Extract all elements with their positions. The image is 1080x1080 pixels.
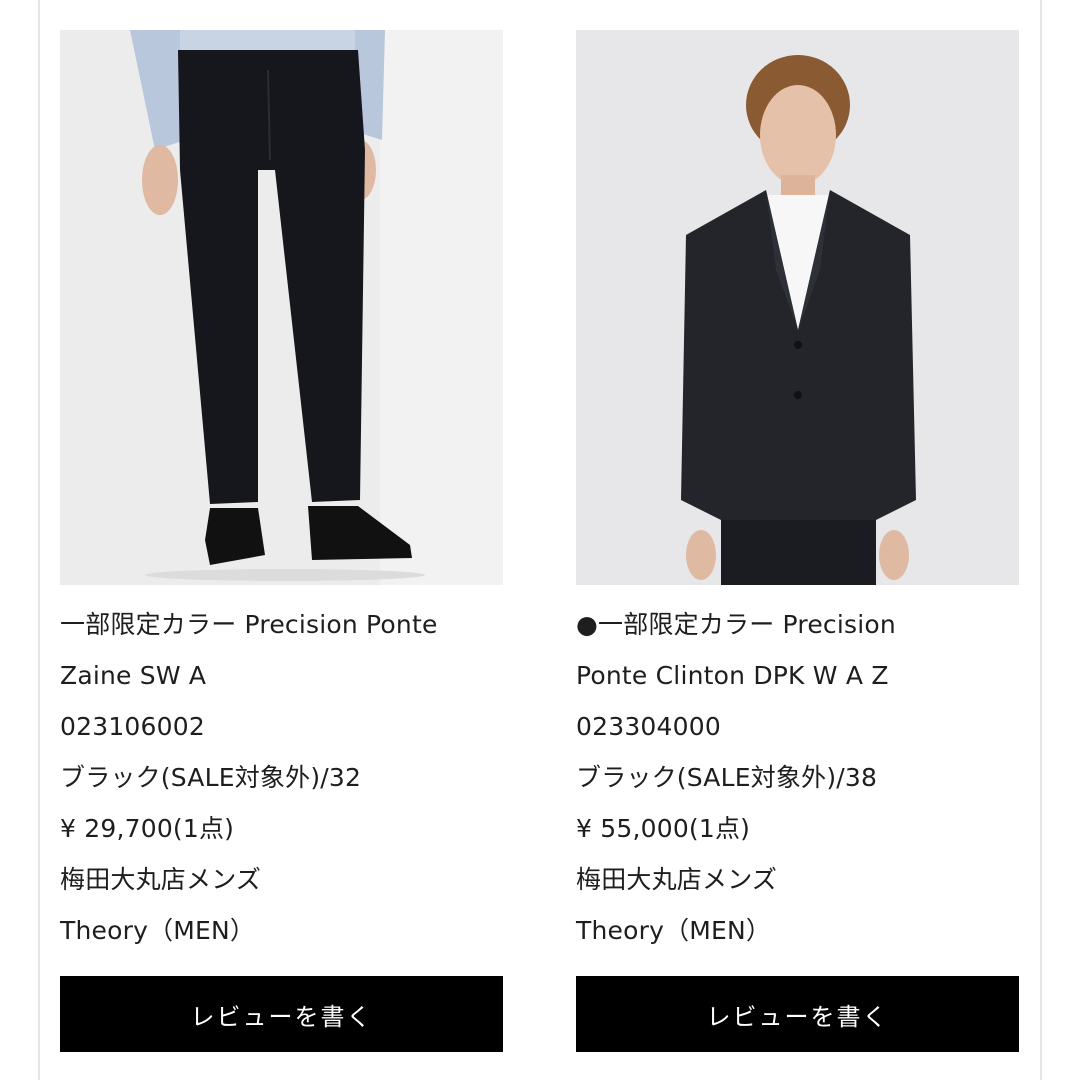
product-title-line-2: Ponte Clinton DPK W A Z xyxy=(576,661,889,690)
product-store: 梅田大丸店メンズ xyxy=(576,865,778,894)
product-price: ¥ 29,700(1点) xyxy=(60,814,235,843)
write-review-button[interactable]: レビューを書く xyxy=(576,976,1019,1052)
product-title-line-2: Zaine SW A xyxy=(60,661,207,690)
product-title-line-1: ●一部限定カラー Precision xyxy=(576,610,896,639)
product-store: 梅田大丸店メンズ xyxy=(60,865,262,894)
product-title-line-1: 一部限定カラー Precision Ponte xyxy=(60,610,438,639)
product-brand: Theory（MEN） xyxy=(576,916,772,945)
product-color-size: ブラック(SALE対象外)/32 xyxy=(60,763,362,792)
product-color-size: ブラック(SALE対象外)/38 xyxy=(576,763,878,792)
product-price: ¥ 55,000(1点) xyxy=(576,814,751,843)
frame-divider-left xyxy=(38,0,40,1080)
product-code: 023304000 xyxy=(576,712,721,741)
product-card-2: ●一部限定カラー Precision Ponte Clinton DPK W A… xyxy=(576,30,1019,1052)
write-review-button[interactable]: レビューを書く xyxy=(60,976,503,1052)
product-code: 023106002 xyxy=(60,712,205,741)
product-card-1: 一部限定カラー Precision Ponte Zaine SW A 02310… xyxy=(60,30,503,1052)
frame-divider-right xyxy=(1040,0,1042,1080)
product-brand: Theory（MEN） xyxy=(60,916,256,945)
product-image-trousers[interactable] xyxy=(60,30,503,585)
product-image-blazer[interactable] xyxy=(576,30,1019,585)
